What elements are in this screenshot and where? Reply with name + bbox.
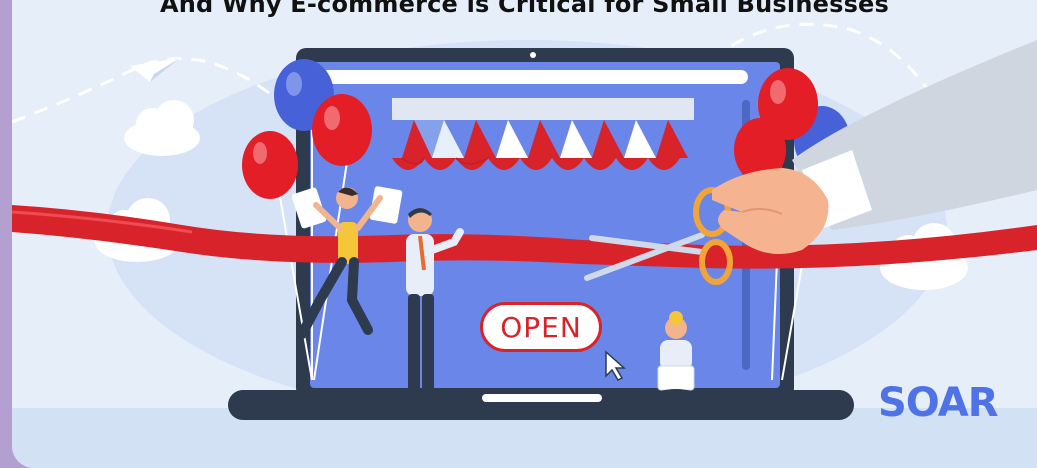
balloon-icon — [242, 131, 298, 199]
balloon-icon — [312, 94, 372, 166]
open-sign-label: OPEN — [500, 310, 582, 344]
headline: And Why E-commerce is Critical for Small… — [159, 0, 890, 18]
open-sign: OPEN — [480, 302, 602, 352]
cloud-icon — [124, 100, 200, 156]
laptop-notch — [482, 394, 602, 402]
brand-logo: SOAR — [878, 380, 998, 426]
browser-bar — [320, 70, 748, 84]
banner-card: And Why E-commerce is Critical for Small… — [12, 0, 1037, 468]
laptop-camera — [530, 52, 536, 58]
